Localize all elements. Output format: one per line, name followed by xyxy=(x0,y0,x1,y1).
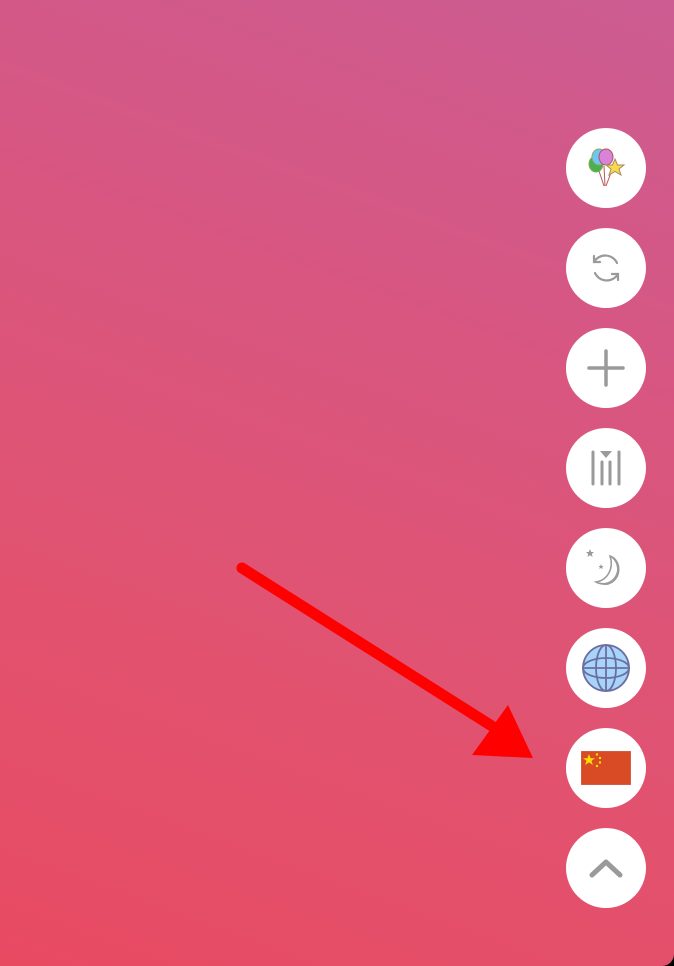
arrow-shaft xyxy=(236,562,501,734)
refresh-icon xyxy=(592,254,620,282)
page-background xyxy=(0,0,674,966)
plus-icon xyxy=(587,349,625,387)
scroll-top-button[interactable] xyxy=(566,828,646,908)
refresh-button[interactable] xyxy=(566,228,646,308)
balloons-icon xyxy=(588,148,626,187)
night-mode-button[interactable] xyxy=(566,528,646,608)
language-button[interactable] xyxy=(566,628,646,708)
chevron-up-icon xyxy=(589,859,623,878)
bookmarks-button[interactable] xyxy=(566,428,646,508)
bookmark-bars-icon xyxy=(591,450,621,486)
china-flag-icon xyxy=(581,751,631,785)
globe-icon xyxy=(582,644,630,692)
moon-icon xyxy=(586,549,620,585)
balloons-button[interactable] xyxy=(566,128,646,208)
region-button[interactable] xyxy=(566,728,646,808)
add-button[interactable] xyxy=(566,328,646,408)
arrow-head xyxy=(472,705,533,758)
